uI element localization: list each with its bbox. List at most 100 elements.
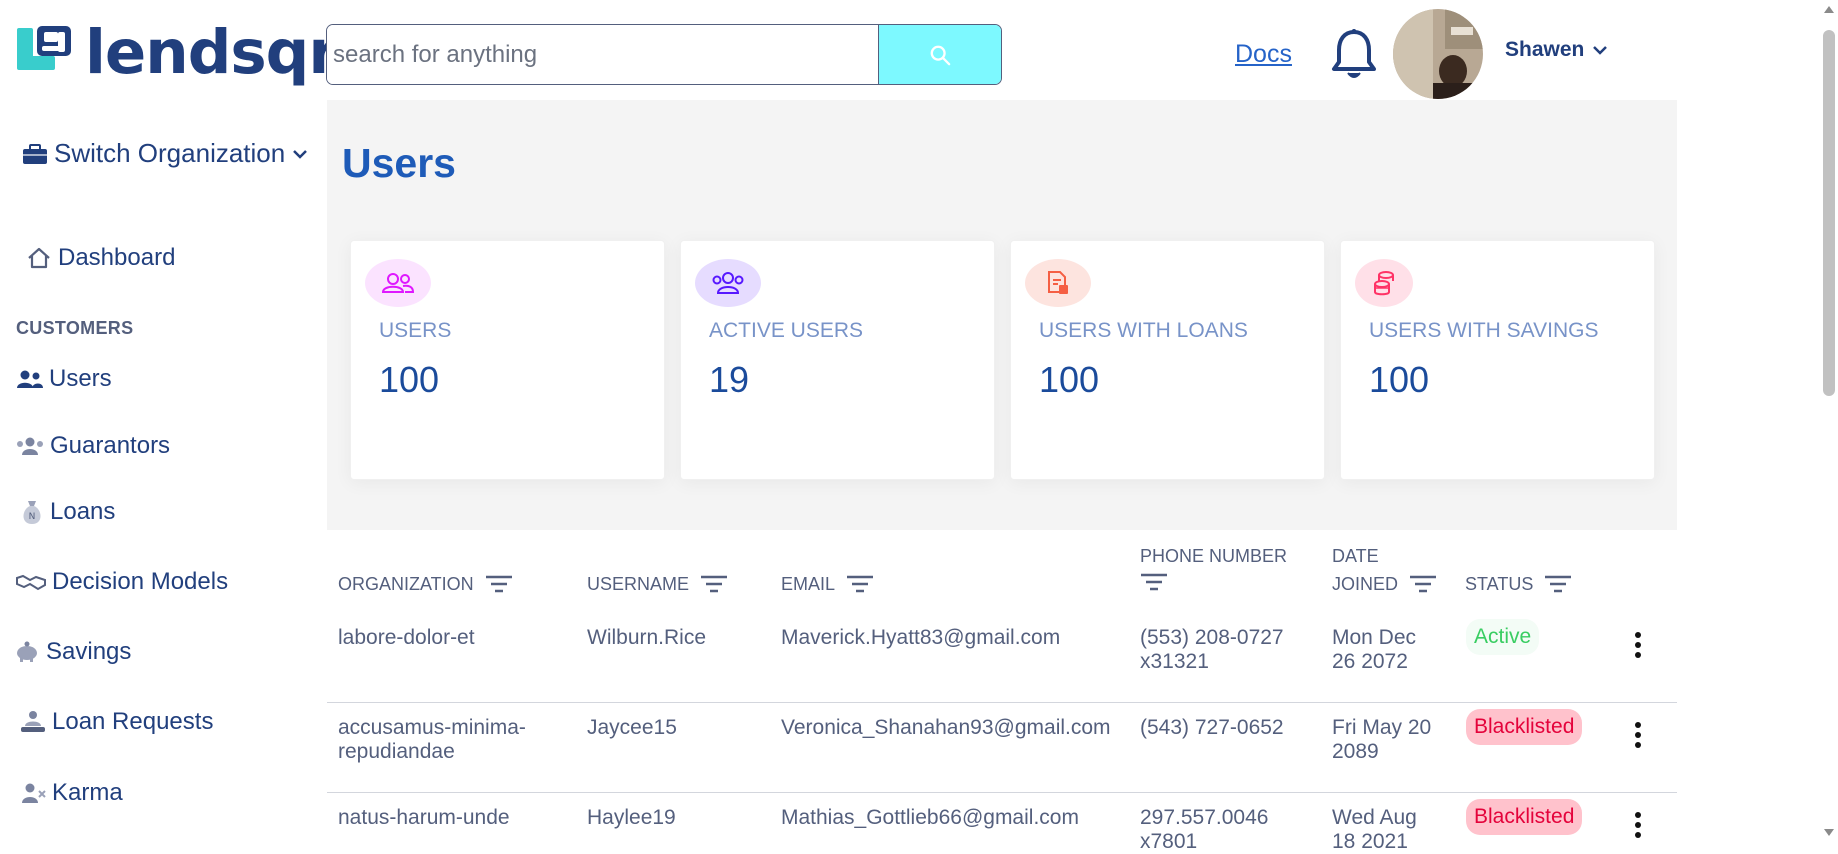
cell-text: accusamus-minima- <box>338 716 526 739</box>
cell-organization: accusamus-minima- repudiandae <box>338 716 526 764</box>
cell-text: 297.557.0046 <box>1140 806 1269 829</box>
stat-label: ACTIVE USERS <box>709 319 864 342</box>
sidebar-item-label: Users <box>49 365 112 392</box>
cell-phone: 297.557.0046 x7801 <box>1140 806 1268 854</box>
user-name: Shawen <box>1505 38 1585 61</box>
stat-card-users-with-savings: USERS WITH SAVINGS 100 <box>1340 240 1655 480</box>
users-icon <box>17 370 43 388</box>
stat-value: 100 <box>1039 359 1100 400</box>
filter-icon[interactable] <box>1140 573 1168 591</box>
page-title: Users <box>342 140 456 186</box>
docs-link[interactable]: Docs <box>1235 40 1292 69</box>
filter-icon[interactable] <box>1409 575 1437 593</box>
home-icon <box>28 247 50 269</box>
column-header-label: JOINED <box>1332 573 1399 594</box>
guarantors-icon <box>17 437 43 455</box>
stat-label: USERS WITH SAVINGS <box>1369 319 1599 342</box>
sidebar-item-users[interactable]: Users <box>17 365 112 393</box>
cell-text: (543) 727-0652 <box>1140 716 1284 739</box>
sidebar-item-label: Savings <box>46 638 132 665</box>
cell-username: Wilburn.Rice <box>587 626 707 649</box>
search-bar <box>326 24 1002 85</box>
stat-value: 100 <box>379 359 440 400</box>
cell-phone: (543) 727-0652 <box>1140 716 1284 740</box>
column-header-phone-number: PHONE NUMBER <box>1140 546 1287 596</box>
sidebar-item-label: Karma <box>52 779 123 806</box>
status-badge: Active <box>1466 619 1540 655</box>
more-options-icon[interactable] <box>1633 812 1643 838</box>
scroll-up-arrow-icon[interactable] <box>1824 6 1834 13</box>
cell-date-joined: Wed Aug 18 2021 <box>1332 806 1417 854</box>
filter-icon[interactable] <box>1544 575 1572 593</box>
more-options-icon[interactable] <box>1633 722 1643 748</box>
loans-doc-icon <box>1025 259 1091 307</box>
column-header-username: USERNAME <box>587 573 728 595</box>
row-divider <box>327 792 1677 793</box>
chevron-down-icon <box>1593 46 1608 55</box>
search-input[interactable] <box>327 25 878 84</box>
lendsqr-logo[interactable]: lendsqr <box>15 16 338 88</box>
cell-username: Jaycee15 <box>587 716 677 739</box>
cell-text: Wed Aug <box>1332 806 1417 829</box>
active-users-icon <box>695 259 761 307</box>
lendsqr-logo-mark-icon <box>15 22 75 82</box>
sidebar-item-decision-models[interactable]: Decision Models <box>16 568 228 596</box>
notification-bell-icon[interactable] <box>1330 28 1378 87</box>
cell-text: Mon Dec <box>1332 626 1417 649</box>
scrollbar-thumb[interactable] <box>1823 30 1835 396</box>
sidebar-item-guarantors[interactable]: Guarantors <box>16 432 170 460</box>
handshake-icon <box>16 574 46 591</box>
sidebar-item-label: Loans <box>50 498 116 525</box>
cell-username: Haylee19 <box>587 806 676 829</box>
filter-icon[interactable] <box>485 575 513 593</box>
stat-value: 19 <box>709 359 750 400</box>
column-header-label: EMAIL <box>781 573 836 594</box>
sidebar-item-label: Guarantors <box>50 432 171 459</box>
loan-request-icon <box>21 711 45 732</box>
cell-organization: labore-dolor-et <box>338 626 475 650</box>
cell-email: Maverick.Hyatt83@gmail.com <box>781 626 1061 649</box>
cell-organization: natus-harum-unde <box>338 806 510 830</box>
search-button[interactable] <box>878 25 1001 84</box>
sidebar-item-loan-requests[interactable]: Loan Requests <box>20 708 213 736</box>
filter-icon[interactable] <box>700 575 728 593</box>
cell-text: x7801 <box>1140 830 1198 853</box>
user-menu[interactable]: Shawen <box>1505 38 1608 62</box>
cell-text: 26 2072 <box>1332 650 1408 673</box>
cell-date-joined: Fri May 20 2089 <box>1332 716 1431 764</box>
filter-icon[interactable] <box>846 575 874 593</box>
column-header-label: PHONE NUMBER <box>1140 546 1288 566</box>
cell-text: natus-harum-unde <box>338 806 510 829</box>
more-options-icon[interactable] <box>1633 632 1643 658</box>
chevron-down-icon <box>293 149 308 159</box>
switch-organization-label: Switch Organization <box>54 138 286 168</box>
sidebar-item-label: Dashboard <box>58 244 176 271</box>
switch-organization[interactable]: Switch Organization <box>22 138 309 169</box>
vertical-scrollbar[interactable] <box>1820 0 1838 840</box>
sidebar-item-dashboard[interactable]: Dashboard <box>26 244 175 272</box>
karma-icon <box>22 783 46 803</box>
cell-text: Fri May 20 <box>1332 716 1432 739</box>
coins-icon <box>1355 259 1413 307</box>
loans-icon: N <box>23 501 41 524</box>
sidebar-item-savings[interactable]: Savings <box>14 638 131 666</box>
column-header-label: USERNAME <box>587 573 690 594</box>
sidebar-section-customers: CUSTOMERS <box>16 318 134 338</box>
cell-text: 18 2021 <box>1332 830 1408 853</box>
column-header-label: ORGANIZATION <box>338 573 474 594</box>
brand-name: lendsqr <box>85 16 338 88</box>
scroll-down-arrow-icon[interactable] <box>1824 829 1834 836</box>
row-divider <box>327 702 1677 703</box>
sidebar-item-label: Decision Models <box>52 568 229 595</box>
stat-card-users-with-loans: USERS WITH LOANS 100 <box>1010 240 1325 480</box>
search-icon <box>930 45 951 65</box>
sidebar-item-karma[interactable]: Karma <box>20 779 123 807</box>
column-header-label: DATE <box>1332 546 1379 566</box>
users-icon <box>365 259 431 307</box>
piggy-bank-icon <box>17 641 37 662</box>
stat-card-users: USERS 100 <box>350 240 665 480</box>
column-header-label: STATUS <box>1465 573 1534 594</box>
avatar[interactable] <box>1393 9 1483 99</box>
sidebar-item-loans[interactable]: N Loans <box>20 498 115 526</box>
status-badge: Blacklisted <box>1466 799 1583 835</box>
